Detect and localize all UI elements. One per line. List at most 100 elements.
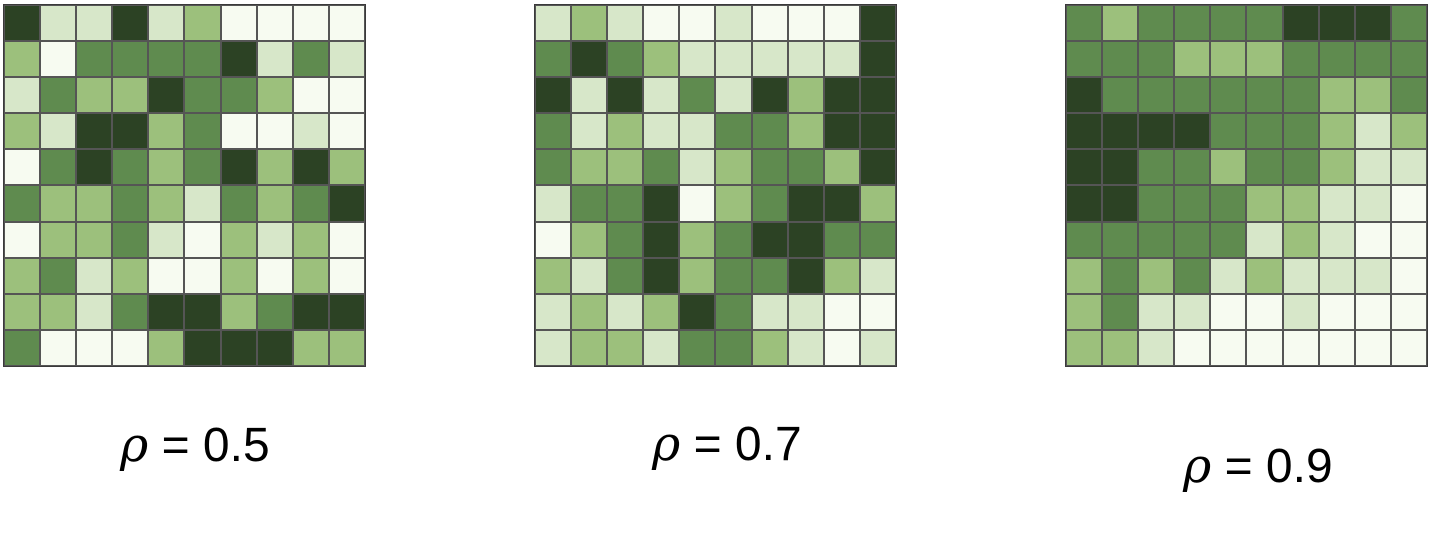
heatmap-cell <box>1174 77 1211 114</box>
heatmap-cell <box>328 113 365 150</box>
heatmap-cell <box>1066 41 1103 78</box>
heatmap-cell <box>220 221 257 258</box>
heatmap-cell <box>751 113 788 150</box>
heatmap-cell <box>76 149 113 186</box>
heatmap-cell <box>643 5 680 42</box>
heatmap-cell <box>220 329 257 366</box>
heatmap-cell <box>1102 293 1139 330</box>
heatmap-cell <box>1174 113 1211 150</box>
heatmap-cell <box>40 113 77 150</box>
heatmap-cell <box>256 5 293 42</box>
heatmap-cell <box>1282 221 1319 258</box>
heatmap-cell <box>1066 221 1103 258</box>
heatmap-cell <box>1102 257 1139 294</box>
heatmap-cell <box>1246 113 1283 150</box>
heatmap-cell <box>40 257 77 294</box>
heatmap-cell <box>679 149 716 186</box>
heatmap-cell <box>823 5 860 42</box>
heatmap-cell <box>76 329 113 366</box>
heatmap-cell <box>823 257 860 294</box>
heatmap-cell <box>859 41 896 78</box>
heatmap-cell <box>112 257 149 294</box>
heatmap-cell <box>292 293 329 330</box>
heatmap-cell <box>1390 221 1427 258</box>
heatmap-cell <box>1210 293 1247 330</box>
heatmap-cell <box>220 113 257 150</box>
heatmap-cell <box>112 5 149 42</box>
heatmap-cell <box>1318 41 1355 78</box>
heatmap-cell <box>787 329 824 366</box>
rho-symbol: ρ <box>652 416 681 472</box>
heatmap-cell <box>1210 149 1247 186</box>
heatmap-cell <box>184 149 221 186</box>
heatmap-cell <box>4 77 41 114</box>
heatmap-cell <box>679 113 716 150</box>
heatmap-cell <box>184 113 221 150</box>
heatmap-cell <box>607 329 644 366</box>
heatmap-cell <box>823 293 860 330</box>
heatmap-cell <box>112 293 149 330</box>
heatmap-cell <box>715 77 752 114</box>
heatmap-cell <box>328 293 365 330</box>
heatmap-cell <box>184 77 221 114</box>
heatmap-cell <box>1282 293 1319 330</box>
heatmap-cell <box>823 185 860 222</box>
heatmap-cell <box>292 5 329 42</box>
heatmap-cell <box>787 257 824 294</box>
heatmap-cell <box>148 41 185 78</box>
heatmap-cell <box>1282 329 1319 366</box>
heatmap-cell <box>292 41 329 78</box>
heatmap-cell <box>1318 149 1355 186</box>
heatmap-cell <box>1282 113 1319 150</box>
heatmap-cell <box>1318 257 1355 294</box>
heatmap-cell <box>1210 221 1247 258</box>
heatmap-rho-0-7 <box>534 4 897 367</box>
heatmap-cell <box>1354 185 1391 222</box>
heatmap-cell <box>1174 5 1211 42</box>
heatmap-cell <box>148 293 185 330</box>
heatmap-cell <box>1282 185 1319 222</box>
heatmap-cell <box>679 221 716 258</box>
heatmap-cell <box>328 329 365 366</box>
heatmap-cell <box>571 41 608 78</box>
heatmap-cell <box>292 257 329 294</box>
heatmap-cell <box>679 329 716 366</box>
heatmap-cell <box>535 221 572 258</box>
heatmap-cell <box>787 149 824 186</box>
heatmap-cell <box>1354 293 1391 330</box>
heatmap-cell <box>184 293 221 330</box>
heatmap-cell <box>1210 329 1247 366</box>
heatmap-cell <box>184 257 221 294</box>
heatmap-cell <box>643 221 680 258</box>
heatmap-cell <box>1354 5 1391 42</box>
heatmap-cell <box>1138 5 1175 42</box>
heatmap-cell <box>679 41 716 78</box>
heatmap-cell <box>4 257 41 294</box>
heatmap-cell <box>256 149 293 186</box>
heatmap-cell <box>715 185 752 222</box>
heatmap-cell <box>607 41 644 78</box>
heatmap-cell <box>184 329 221 366</box>
heatmap-cell <box>256 329 293 366</box>
heatmap-cell <box>571 113 608 150</box>
heatmap-cell <box>1138 329 1175 366</box>
heatmap-cell <box>1246 329 1283 366</box>
heatmap-cell <box>220 257 257 294</box>
heatmap-rho-0-9 <box>1065 4 1428 367</box>
heatmap-cell <box>643 293 680 330</box>
heatmap-cell <box>1174 293 1211 330</box>
heatmap-cell <box>751 5 788 42</box>
heatmap-cell <box>256 257 293 294</box>
heatmap-cell <box>607 5 644 42</box>
heatmap-cell <box>859 293 896 330</box>
heatmap-cell <box>76 257 113 294</box>
heatmap-cell <box>1102 113 1139 150</box>
heatmap-cell <box>1390 185 1427 222</box>
heatmap-cell <box>607 77 644 114</box>
heatmap-cell <box>1210 185 1247 222</box>
heatmap-rho-0-5 <box>3 4 366 367</box>
heatmap-cell <box>4 221 41 258</box>
heatmap-cell <box>535 77 572 114</box>
heatmap-cell <box>148 5 185 42</box>
heatmap-cell <box>643 329 680 366</box>
